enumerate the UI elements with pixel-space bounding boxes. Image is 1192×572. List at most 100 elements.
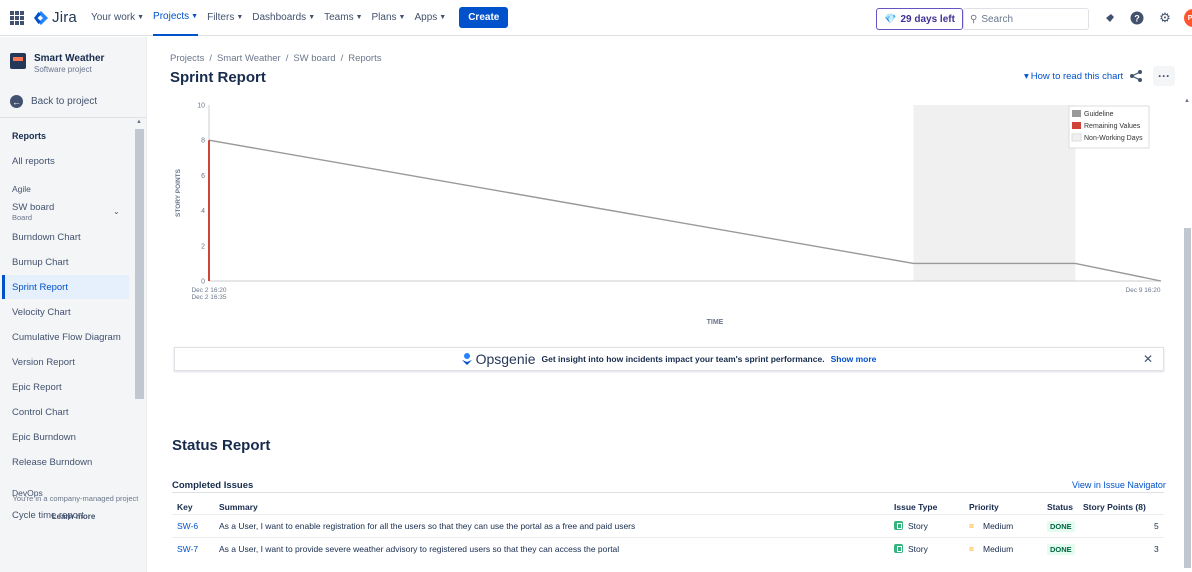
sidebar-item-release-burndown[interactable]: Release Burndown: [12, 457, 92, 468]
opsgenie-banner: Opsgenie Get insight into how incidents …: [174, 347, 1164, 371]
y-tick-label: 8: [201, 138, 205, 145]
y-tick-label: 4: [201, 208, 205, 215]
nav-your-work[interactable]: Your work ▼: [91, 0, 144, 36]
nav-filters[interactable]: Filters ▼: [207, 0, 243, 36]
scroll-thumb[interactable]: [1184, 228, 1191, 568]
legend-swatch: [1071, 133, 1082, 142]
avatar[interactable]: PM: [1184, 9, 1192, 27]
divider: [172, 492, 1164, 493]
status-lozenge: DONE: [1047, 521, 1075, 532]
sidebar-item-control-chart[interactable]: Control Chart: [12, 407, 69, 418]
issue-key-link[interactable]: SW-6: [177, 521, 198, 531]
issue-key-link[interactable]: SW-7: [177, 544, 198, 554]
search-input[interactable]: ⚲ Search: [963, 8, 1089, 30]
y-tick-label: 6: [201, 173, 205, 180]
story-icon: [894, 544, 903, 553]
breadcrumb-item[interactable]: Smart Weather: [217, 53, 281, 64]
issue-priority: = Medium: [969, 521, 1013, 531]
column-header-story-points: Story Points (8): [1083, 502, 1146, 512]
breadcrumb-item[interactable]: Reports: [348, 53, 381, 64]
legend-swatch: [1072, 122, 1081, 129]
scroll-up-icon[interactable]: ▲: [1184, 98, 1190, 104]
issue-type: Story: [894, 521, 928, 531]
breadcrumb-item[interactable]: SW board: [293, 53, 335, 64]
column-header-issue-type: Issue Type: [894, 502, 938, 512]
issue-type-label: Story: [908, 521, 928, 531]
breadcrumb-separator: /: [209, 53, 212, 64]
diamond-icon: 💎: [884, 13, 897, 25]
nav-label: Teams: [324, 12, 354, 23]
sidebar-item-epic-burndown[interactable]: Epic Burndown: [12, 432, 76, 443]
breadcrumb-item[interactable]: Projects: [170, 53, 204, 64]
back-label: Back to project: [31, 96, 98, 107]
app-switcher-icon[interactable]: [10, 10, 26, 25]
chevron-down-icon: ▼: [308, 14, 316, 21]
scroll-up-icon[interactable]: ▲: [136, 119, 142, 125]
main-scrollbar[interactable]: ▲: [1182, 98, 1192, 572]
sidebar-item-cumulative-flow[interactable]: Cumulative Flow Diagram: [12, 332, 121, 343]
issue-type: Story: [894, 544, 928, 554]
jira-logo-icon: [34, 10, 48, 25]
sidebar-item-epic-report[interactable]: Epic Report: [12, 382, 62, 393]
divider: [0, 117, 147, 118]
sidebar-item-sprint-report[interactable]: Sprint Report: [12, 282, 68, 293]
create-button[interactable]: Create: [459, 7, 509, 28]
how-to-read-link[interactable]: ▾ How to read this chart: [1024, 71, 1123, 82]
sidebar-item-burndown-chart[interactable]: Burndown Chart: [12, 232, 81, 243]
jira-logo[interactable]: Jira: [34, 9, 77, 26]
logo-text: Jira: [52, 9, 77, 26]
close-icon[interactable]: ✕: [1143, 352, 1153, 366]
column-header-key: Key: [177, 502, 193, 512]
trial-label: 29 days left: [900, 13, 955, 25]
breadcrumb: Projects / Smart Weather / SW board / Repor…: [170, 53, 381, 64]
learn-more-link[interactable]: Learn more: [0, 512, 147, 521]
board-sub: Board: [12, 213, 33, 222]
chevron-down-icon[interactable]: ⌄: [113, 207, 120, 216]
completed-issues-heading: Completed Issues: [172, 480, 254, 491]
show-more-link[interactable]: Show more: [831, 354, 877, 364]
story-points: 3: [1154, 544, 1159, 554]
sidebar: Smart Weather Software project ← Back to…: [0, 37, 147, 572]
status-report-title: Status Report: [172, 437, 271, 454]
trial-badge[interactable]: 💎 29 days left: [876, 8, 963, 30]
page-title: Sprint Report: [170, 69, 266, 86]
nav-apps[interactable]: Apps ▼: [414, 0, 446, 36]
y-axis-label: STORY POINTS: [175, 168, 182, 217]
sprint-burndown-chart: 0 2 4 6 8 10 STORY POINTS Dec 2 16:20Dec 2 16:3…: [175, 103, 1162, 326]
legend-label: Non-Working Days: [1084, 135, 1143, 142]
settings-gear-icon[interactable]: ⚙: [1156, 9, 1174, 27]
board-selector[interactable]: SW board Board: [12, 202, 54, 222]
reports-heading: Reports: [12, 131, 47, 141]
opsgenie-brand: Opsgenie: [475, 351, 536, 367]
opsgenie-icon: [461, 353, 472, 365]
scroll-thumb[interactable]: [135, 129, 144, 399]
help-icon[interactable]: ?: [1128, 9, 1146, 27]
nav-teams[interactable]: Teams ▼: [324, 0, 362, 36]
nav-dashboards[interactable]: Dashboards ▼: [252, 0, 315, 36]
x-tick-label: Dec 2 16:20: [191, 287, 226, 294]
priority-label: Medium: [983, 521, 1014, 531]
nav-label: Filters: [207, 12, 235, 23]
nav-plans[interactable]: Plans ▼: [372, 0, 406, 36]
notifications-icon[interactable]: [1100, 9, 1118, 27]
share-icon[interactable]: [1129, 69, 1143, 86]
issue-priority: = Medium: [969, 544, 1013, 554]
back-to-project-button[interactable]: ← Back to project: [10, 95, 97, 108]
sidebar-item-burnup-chart[interactable]: Burnup Chart: [12, 257, 69, 268]
project-header[interactable]: Smart Weather Software project: [10, 53, 104, 74]
y-tick-label: 10: [197, 103, 205, 110]
view-in-issue-navigator-link[interactable]: View in Issue Navigator: [1072, 480, 1166, 490]
priority-medium-icon: =: [969, 521, 974, 531]
nav-label: Your work: [90, 12, 136, 23]
nav-label: Plans: [371, 12, 397, 23]
sidebar-item-velocity-chart[interactable]: Velocity Chart: [12, 307, 71, 318]
nav-label: Projects: [153, 11, 190, 22]
sidebar-item-version-report[interactable]: Version Report: [12, 357, 75, 368]
sidebar-item-all-reports[interactable]: All reports: [12, 156, 55, 167]
x-axis-label: TIME: [707, 319, 724, 326]
nav-projects[interactable]: Projects ▼: [153, 0, 199, 36]
status-badge: DONE: [1047, 521, 1075, 532]
chevron-down-icon: ▾: [1024, 71, 1029, 82]
top-right-icons: ? ⚙ PM: [1100, 9, 1192, 27]
more-actions-icon[interactable]: ···: [1153, 66, 1175, 86]
